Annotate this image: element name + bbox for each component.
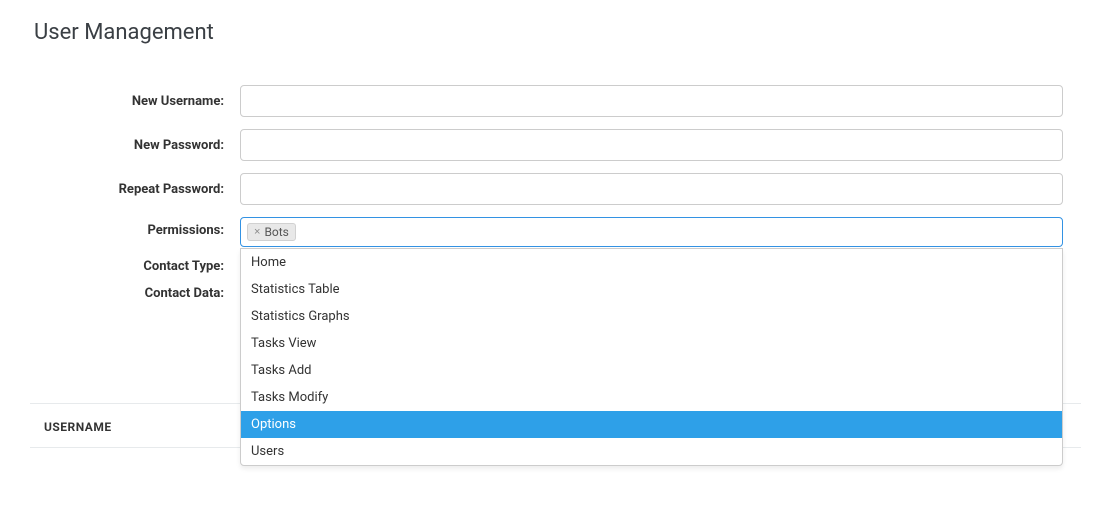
- label-contact-type: Contact Type:: [30, 259, 240, 274]
- permissions-option[interactable]: Tasks View: [241, 330, 1062, 357]
- permissions-option[interactable]: Home: [241, 249, 1062, 276]
- new-username-input[interactable]: [240, 85, 1063, 117]
- permissions-option[interactable]: Options: [241, 411, 1062, 438]
- label-permissions: Permissions:: [30, 217, 240, 238]
- permission-tag[interactable]: × Bots: [247, 223, 296, 241]
- permissions-option[interactable]: Users: [241, 438, 1062, 465]
- permissions-option[interactable]: Statistics Table: [241, 276, 1062, 303]
- label-new-password: New Password:: [30, 138, 240, 153]
- label-new-username: New Username:: [30, 94, 240, 109]
- permission-tag-label: Bots: [264, 225, 288, 239]
- label-contact-data: Contact Data:: [30, 286, 240, 301]
- remove-tag-icon[interactable]: ×: [254, 226, 260, 238]
- permissions-option[interactable]: Statistics Graphs: [241, 303, 1062, 330]
- column-header-username: USERNAME: [44, 420, 112, 434]
- permissions-multiselect[interactable]: × Bots: [240, 217, 1063, 247]
- permissions-option[interactable]: Tasks Add: [241, 357, 1062, 384]
- new-password-input[interactable]: [240, 129, 1063, 161]
- repeat-password-input[interactable]: [240, 173, 1063, 205]
- permissions-dropdown: HomeStatistics TableStatistics GraphsTas…: [240, 248, 1063, 466]
- permissions-option[interactable]: Tasks Modify: [241, 384, 1062, 411]
- page-title: User Management: [30, 20, 1081, 45]
- label-repeat-password: Repeat Password:: [30, 182, 240, 197]
